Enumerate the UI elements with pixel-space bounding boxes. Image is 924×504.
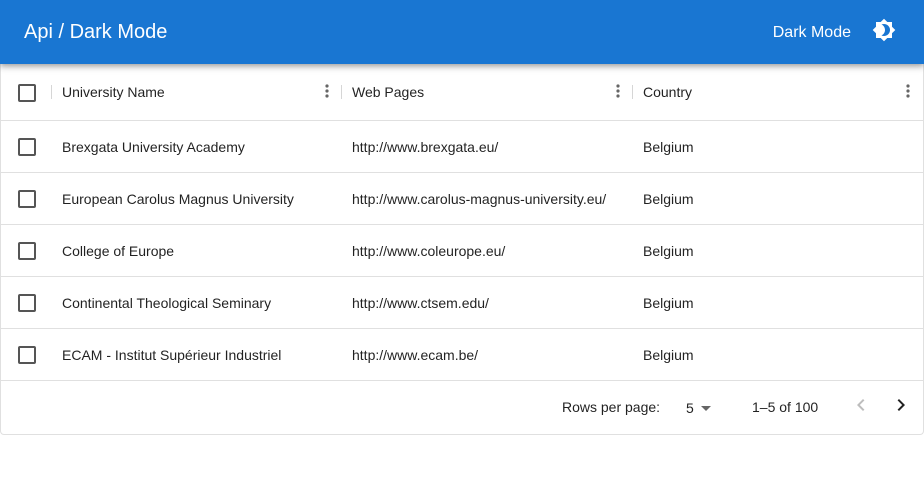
column-header-university-name[interactable]: University Name: [62, 64, 312, 120]
column-menu-web-pages[interactable]: [610, 83, 626, 103]
cell-country: Belgium: [643, 190, 694, 207]
next-page-button[interactable]: [889, 395, 913, 419]
cell-web-page: http://www.coleurope.eu/: [352, 242, 506, 259]
more-vert-icon: [906, 83, 910, 103]
rows-per-page-label: Rows per page:: [562, 399, 661, 415]
column-separator[interactable]: [632, 85, 633, 99]
cell-country: Belgium: [643, 242, 694, 259]
column-header-country[interactable]: Country: [643, 64, 883, 120]
rows-per-page-value: 5: [686, 400, 694, 416]
table-row[interactable]: Brexgata University Academy http://www.b…: [1, 121, 924, 173]
cell-country: Belgium: [643, 346, 694, 363]
row-checkbox[interactable]: [18, 346, 36, 364]
rows-per-page-select[interactable]: 5: [686, 397, 718, 419]
column-menu-university-name[interactable]: [319, 83, 335, 103]
cell-university-name: ECAM - Institut Supérieur Industriel: [62, 346, 282, 363]
page-title: Api / Dark Mode: [24, 21, 168, 43]
table-row[interactable]: European Carolus Magnus University http:…: [1, 173, 924, 225]
more-vert-icon: [325, 83, 329, 103]
cell-country: Belgium: [643, 138, 694, 155]
select-all-checkbox[interactable]: [18, 84, 36, 102]
column-menu-country[interactable]: [900, 83, 916, 103]
cell-web-page: http://www.brexgata.eu/: [352, 138, 499, 155]
grid-header-row: University Name Web Pages Country: [1, 64, 924, 121]
row-checkbox[interactable]: [18, 190, 36, 208]
table-row[interactable]: College of Europe http://www.coleurope.e…: [1, 225, 924, 277]
chevron-left-icon: [849, 393, 873, 422]
table-row[interactable]: ECAM - Institut Supérieur Industriel htt…: [1, 329, 924, 381]
caret-down-icon: [700, 405, 711, 411]
cell-web-page: http://www.carolus-magnus-university.eu/: [352, 190, 607, 207]
table-row[interactable]: Continental Theological Seminary http://…: [1, 277, 924, 329]
dark-mode-toggle-button[interactable]: [870, 18, 898, 46]
row-checkbox[interactable]: [18, 294, 36, 312]
brightness-icon: [872, 18, 896, 47]
column-separator[interactable]: [341, 85, 342, 99]
column-separator[interactable]: [51, 85, 52, 99]
chevron-right-icon: [889, 393, 913, 422]
cell-university-name: Brexgata University Academy: [62, 138, 245, 155]
pagination-footer: Rows per page: 5 1–5 of 100: [1, 382, 924, 434]
dark-mode-label: Dark Mode: [772, 24, 851, 41]
column-header-web-pages[interactable]: Web Pages: [352, 64, 602, 120]
row-checkbox[interactable]: [18, 138, 36, 156]
app-bar: Api / Dark Mode Dark Mode: [0, 0, 924, 64]
cell-university-name: European Carolus Magnus University: [62, 190, 294, 207]
pagination-range: 1–5 of 100: [752, 399, 819, 415]
data-grid: University Name Web Pages Country Brexga…: [0, 64, 924, 435]
more-vert-icon: [616, 83, 620, 103]
cell-university-name: College of Europe: [62, 242, 175, 259]
cell-web-page: http://www.ctsem.edu/: [352, 294, 489, 311]
cell-country: Belgium: [643, 294, 694, 311]
row-checkbox[interactable]: [18, 242, 36, 260]
cell-web-page: http://www.ecam.be/: [352, 346, 479, 363]
previous-page-button[interactable]: [849, 395, 873, 419]
cell-university-name: Continental Theological Seminary: [62, 294, 272, 311]
